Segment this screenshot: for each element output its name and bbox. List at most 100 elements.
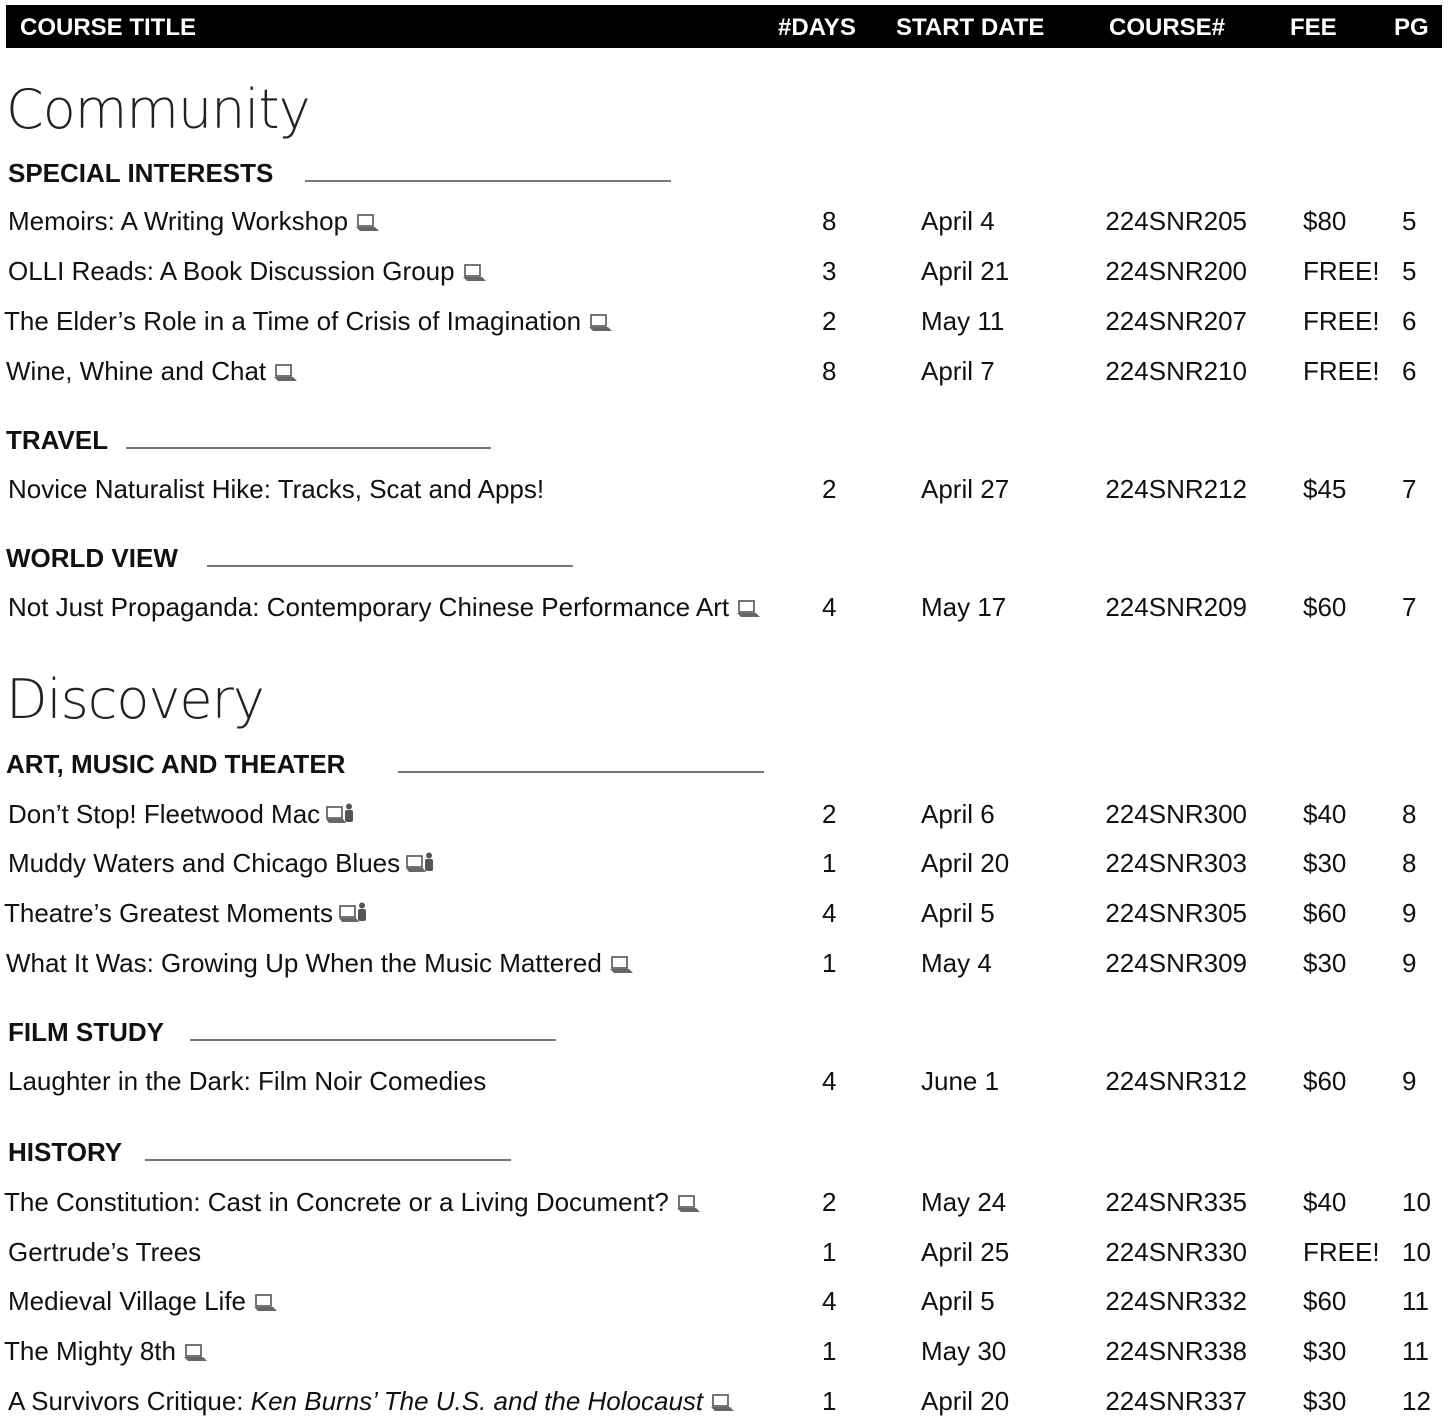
course-days: 1 [822, 1237, 837, 1267]
course-title-text: Laughter in the Dark: Film Noir Comedies [8, 1066, 487, 1096]
course-page: 6 [1402, 306, 1417, 336]
course-title[interactable]: Novice Naturalist Hike: Tracks, Scat and… [8, 474, 544, 505]
table-row: Novice Naturalist Hike: Tracks, Scat and… [0, 474, 1448, 514]
course-title-text: What It Was: Growing Up When the Music M… [6, 948, 602, 978]
course-fee: $40 [1303, 799, 1347, 829]
laptop-icon [608, 950, 634, 981]
course-start-date: April 21 [921, 256, 1010, 286]
course-title-text: Novice Naturalist Hike: Tracks, Scat and… [8, 474, 545, 504]
course-start-date: April 5 [921, 1286, 995, 1316]
course-days: 4 [822, 1286, 837, 1316]
table-row: A Survivors Critique: Ken Burns’ The U.S… [0, 1386, 1448, 1426]
course-title[interactable]: The Mighty 8th [4, 1336, 208, 1369]
course-page: 5 [1402, 206, 1417, 236]
table-row: Wine, Whine and Chat 8 April 7 224SNR210 FRE… [0, 356, 1448, 396]
category-rule [305, 180, 671, 182]
category-rule [126, 447, 491, 449]
course-fee: FREE! [1303, 256, 1380, 286]
course-start-date: May 11 [921, 306, 1005, 336]
course-number: 224SNR330 [1105, 1237, 1247, 1267]
course-number: 224SNR205 [1105, 206, 1247, 236]
course-start-date: May 4 [921, 948, 992, 978]
header-fee: FEE [1290, 14, 1337, 41]
course-page: 12 [1402, 1386, 1431, 1416]
table-row: Muddy Waters and Chicago Blues 1 April 20 2… [0, 848, 1448, 888]
course-days: 2 [822, 799, 837, 829]
header-pg: PG [1394, 14, 1429, 41]
course-number: 224SNR207 [1105, 306, 1247, 336]
course-start-date: April 5 [921, 898, 995, 928]
hybrid-icon [339, 900, 367, 931]
laptop-icon [675, 1189, 701, 1220]
section-title-community: Community [6, 78, 311, 141]
laptop-icon [709, 1388, 735, 1419]
course-days: 2 [822, 1187, 837, 1217]
laptop-icon [735, 594, 761, 625]
course-page: 10 [1402, 1187, 1431, 1217]
course-start-date: April 6 [921, 799, 995, 829]
course-title[interactable]: Medieval Village Life [8, 1286, 278, 1319]
course-fee: $30 [1303, 1386, 1347, 1416]
course-days: 1 [822, 1336, 837, 1366]
course-days: 1 [822, 1386, 837, 1416]
course-start-date: May 17 [921, 592, 1007, 622]
course-title[interactable]: The Elder’s Role in a Time of Crisis of … [4, 306, 613, 339]
course-title-text: Wine, Whine and Chat [6, 356, 267, 386]
course-days: 1 [822, 948, 837, 978]
table-row: The Mighty 8th 1 May 30 224SNR338 $30 11 [0, 1336, 1448, 1376]
course-title[interactable]: Memoirs: A Writing Workshop [8, 206, 380, 239]
laptop-icon [182, 1338, 208, 1369]
course-days: 4 [822, 1066, 837, 1096]
course-start-date: June 1 [921, 1066, 1000, 1096]
course-start-date: April 20 [921, 1386, 1010, 1416]
course-title[interactable]: Gertrude’s Trees [8, 1237, 201, 1268]
course-days: 2 [822, 306, 837, 336]
course-title[interactable]: The Constitution: Cast in Concrete or a … [4, 1187, 701, 1220]
course-title[interactable]: OLLI Reads: A Book Discussion Group [8, 256, 487, 289]
table-row: Medieval Village Life 4 April 5 224SNR332 $6… [0, 1286, 1448, 1326]
course-page: 5 [1402, 256, 1417, 286]
course-fee: $60 [1303, 592, 1347, 622]
course-days: 8 [822, 206, 837, 236]
category-world-view: WORLD VIEW [6, 543, 178, 573]
course-title[interactable]: Muddy Waters and Chicago Blues [8, 848, 434, 881]
category-film-study: FILM STUDY [8, 1017, 164, 1047]
course-fee: $30 [1303, 848, 1347, 878]
course-page: 7 [1402, 474, 1417, 504]
course-title-text: Muddy Waters and Chicago Blues [8, 848, 401, 878]
course-page: 9 [1402, 898, 1417, 928]
course-days: 1 [822, 848, 837, 878]
course-start-date: April 27 [921, 474, 1010, 504]
course-fee: $60 [1303, 1286, 1347, 1316]
laptop-icon [354, 208, 380, 239]
category-art-music-theater: ART, MUSIC AND THEATER [6, 749, 346, 779]
course-title[interactable]: What It Was: Growing Up When the Music M… [6, 948, 634, 981]
hybrid-icon [326, 801, 354, 832]
category-rule [398, 771, 764, 773]
category-travel: TRAVEL [6, 425, 109, 455]
course-title[interactable]: Not Just Propaganda: Contemporary Chines… [8, 592, 761, 625]
course-title[interactable]: A Survivors Critique: Ken Burns’ The U.S… [8, 1386, 735, 1419]
course-page: 9 [1402, 948, 1417, 978]
course-number: 224SNR303 [1105, 848, 1247, 878]
course-title[interactable]: Theatre’s Greatest Moments [4, 898, 367, 931]
table-row: What It Was: Growing Up When the Music M… [0, 948, 1448, 988]
course-title[interactable]: Wine, Whine and Chat [6, 356, 298, 389]
course-fee: $80 [1303, 206, 1347, 236]
course-days: 4 [822, 898, 837, 928]
course-title[interactable]: Don’t Stop! Fleetwood Mac [8, 799, 354, 832]
category-special-interests: SPECIAL INTERESTS [8, 158, 274, 188]
course-days: 2 [822, 474, 837, 504]
course-number: 224SNR200 [1105, 256, 1247, 286]
course-fee: $30 [1303, 1336, 1347, 1366]
course-title[interactable]: Laughter in the Dark: Film Noir Comedies [8, 1066, 486, 1097]
course-title-text: The Constitution: Cast in Concrete or a … [4, 1187, 669, 1217]
hybrid-icon [406, 850, 434, 881]
course-title-text: Medieval Village Life [8, 1286, 246, 1316]
course-title-italic: Ken Burns’ The U.S. and the Holocaust [250, 1386, 704, 1416]
course-start-date: May 30 [921, 1336, 1007, 1366]
course-fee: FREE! [1303, 306, 1380, 336]
header-course-number: COURSE# [1109, 14, 1226, 41]
course-number: 224SNR210 [1105, 356, 1247, 386]
table-row: Laughter in the Dark: Film Noir Comedies… [0, 1066, 1448, 1106]
